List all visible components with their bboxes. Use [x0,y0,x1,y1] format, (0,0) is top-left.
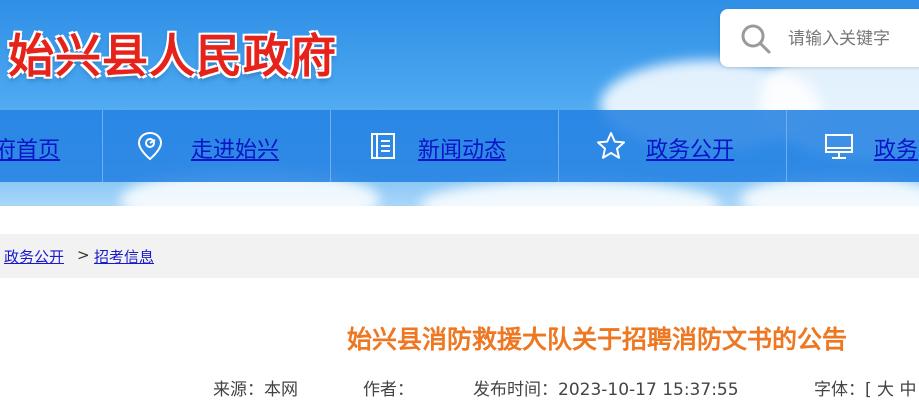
search-icon[interactable] [740,23,772,55]
cloud-decoration [420,180,720,206]
nav-item-label[interactable]: 政务公开 [646,132,734,164]
nav-item-label[interactable]: 府首页 [0,132,60,164]
article-source: 来源：本网 [213,380,298,400]
breadcrumb-link-government-affairs[interactable]: 政务公开 [4,246,64,267]
news-document-icon [371,133,395,159]
nav-item-services[interactable]: 政务 [786,110,919,182]
site-title: 始兴县人民政府 [8,29,337,83]
nav-item-label[interactable]: 走进始兴 [191,132,279,164]
article-title: 始兴县消防救援大队关于招聘消防文书的公告 [346,325,847,354]
nav-item-about[interactable]: 走进始兴 [102,110,331,182]
site-banner: 始兴县人民政府 府首页 走进始兴 [0,0,919,206]
font-size-switcher[interactable]: 字体：[ 大 中 [814,375,916,400]
breadcrumb-link-recruitment[interactable]: 招考信息 [94,246,154,267]
article-publish-time: 发布时间：2023-10-17 15:37:55 [473,380,739,400]
breadcrumb: 政务公开 > 招考信息 [0,234,919,278]
nav-item-news[interactable]: 新闻动态 [330,110,559,182]
star-icon [597,132,625,159]
monitor-icon [825,134,853,159]
location-pin-icon [137,131,163,161]
nav-item-home[interactable]: 府首页 [0,110,103,182]
nav-item-label[interactable]: 政务 [874,132,918,164]
article-author: 作者： [363,380,414,400]
breadcrumb-separator: > [77,246,90,264]
search-input[interactable] [786,23,919,55]
nav-item-label[interactable]: 新闻动态 [418,132,506,164]
nav-item-government-affairs[interactable]: 政务公开 [558,110,787,182]
search-box[interactable] [720,9,919,67]
main-nav: 府首页 走进始兴 新闻动态 政务公开 政务 [0,110,919,182]
